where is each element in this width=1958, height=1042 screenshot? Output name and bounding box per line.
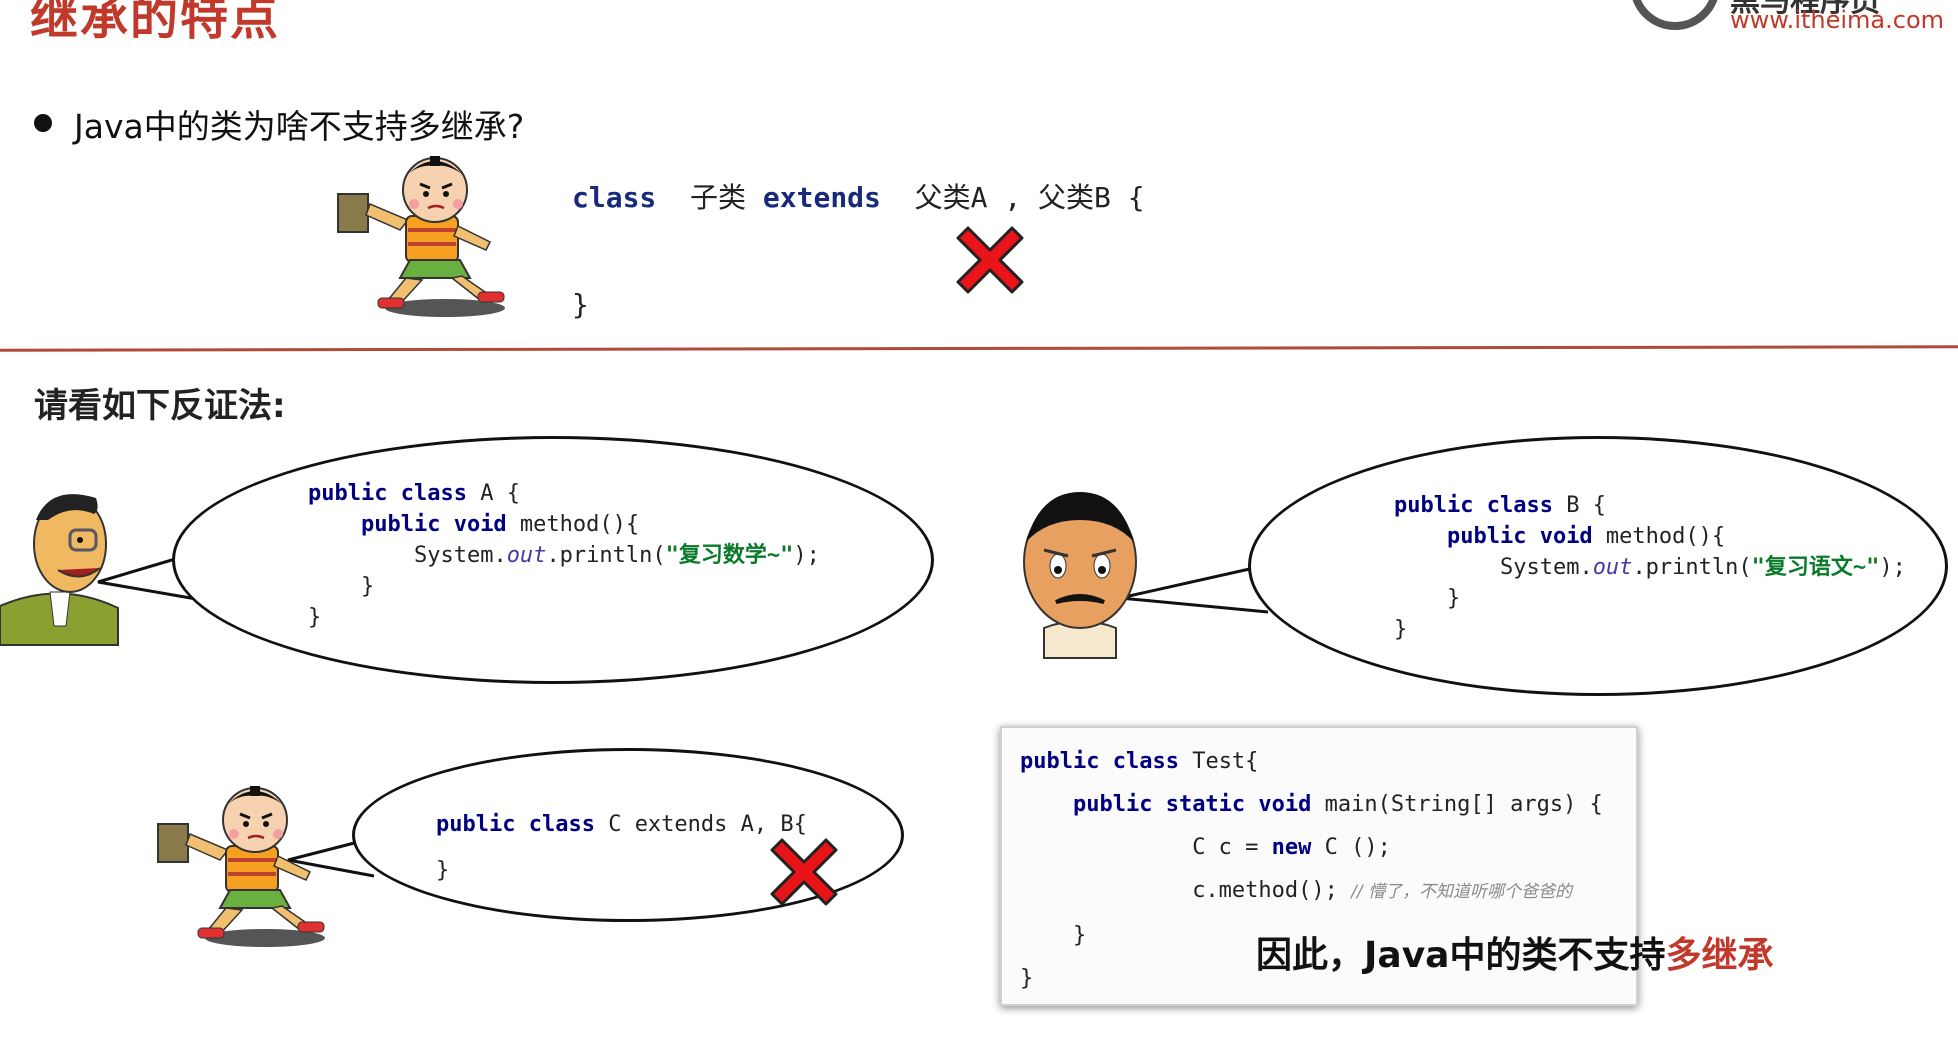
code-text: method(){ [506, 512, 640, 537]
parent-classes-label: 父类A , 父类B { [914, 181, 1145, 214]
conclusion-prefix: 因此，Java中的类不支持 [1256, 935, 1666, 976]
logo-icon [1630, 0, 1720, 30]
code-text: } [360, 574, 375, 599]
teacher-character-icon [0, 494, 119, 646]
code-text: } [1072, 923, 1087, 948]
keyword: new [1271, 835, 1312, 860]
code-comment: // 懵了，不知道听哪个爸爸的 [1351, 882, 1572, 902]
code-text: method(){ [1592, 524, 1726, 549]
code-text: main(String[] args) { [1311, 792, 1603, 817]
child-class-label: 子类 [690, 181, 747, 214]
keyword: public class [436, 812, 595, 837]
boy-character-icon [157, 786, 325, 947]
code-text: B { [1552, 493, 1606, 518]
logo-url: www.itheima.com [1730, 6, 1945, 34]
code-text: } [1446, 586, 1461, 611]
code-field: out [1592, 555, 1633, 580]
boy-character-icon [337, 156, 505, 317]
closing-brace: } [572, 288, 589, 321]
class-a-code: public class A { public void method(){ S… [308, 478, 820, 633]
code-text: ); [793, 543, 820, 568]
section-heading: 请看如下反证法: [34, 386, 286, 426]
code-text: .println( [1632, 555, 1752, 580]
class-c-code: public class C extends A, B{ } [436, 802, 807, 894]
section-divider [0, 345, 1958, 352]
conclusion-text: 因此，Java中的类不支持多继承 [1256, 926, 1773, 978]
cross-icon [770, 838, 838, 906]
code-text: } [308, 605, 322, 630]
code-text: C (); [1311, 835, 1391, 860]
man-character-icon [1023, 492, 1137, 659]
code-text: } [436, 858, 450, 883]
code-text: System. [413, 543, 507, 568]
string-literal: "复习语文~" [1751, 555, 1880, 580]
string-literal: "复习数学~" [665, 543, 794, 568]
keyword: public static void [1072, 792, 1312, 817]
keyword: public void [360, 512, 507, 537]
keyword-class: class [572, 181, 657, 214]
code-text: c.method(); [1192, 878, 1352, 903]
code-text: Test{ [1178, 749, 1259, 774]
code-text: } [1020, 966, 1034, 991]
code-text: ); [1879, 555, 1906, 580]
code-text: A { [466, 481, 520, 506]
keyword: public class [1020, 749, 1179, 774]
bullet-icon [34, 114, 52, 132]
keyword-extends: extends [762, 181, 881, 214]
keyword: public class [1394, 493, 1553, 518]
question-text: Java中的类为啥不支持多继承? [74, 107, 525, 146]
code-text: C c = [1192, 835, 1272, 860]
keyword: public class [308, 481, 467, 506]
code-text: } [1394, 617, 1408, 642]
cross-icon [956, 226, 1024, 294]
conclusion-highlight: 多继承 [1665, 935, 1774, 976]
code-text: System. [1499, 555, 1593, 580]
class-b-code: public class B { public void method(){ S… [1394, 490, 1906, 645]
code-text: .println( [546, 543, 666, 568]
code-field: out [506, 543, 547, 568]
multi-extends-code: class 子类 extends 父类A , 父类B { [572, 176, 1145, 216]
keyword: public void [1446, 524, 1593, 549]
page-title: 继承的特点 [30, 0, 281, 46]
